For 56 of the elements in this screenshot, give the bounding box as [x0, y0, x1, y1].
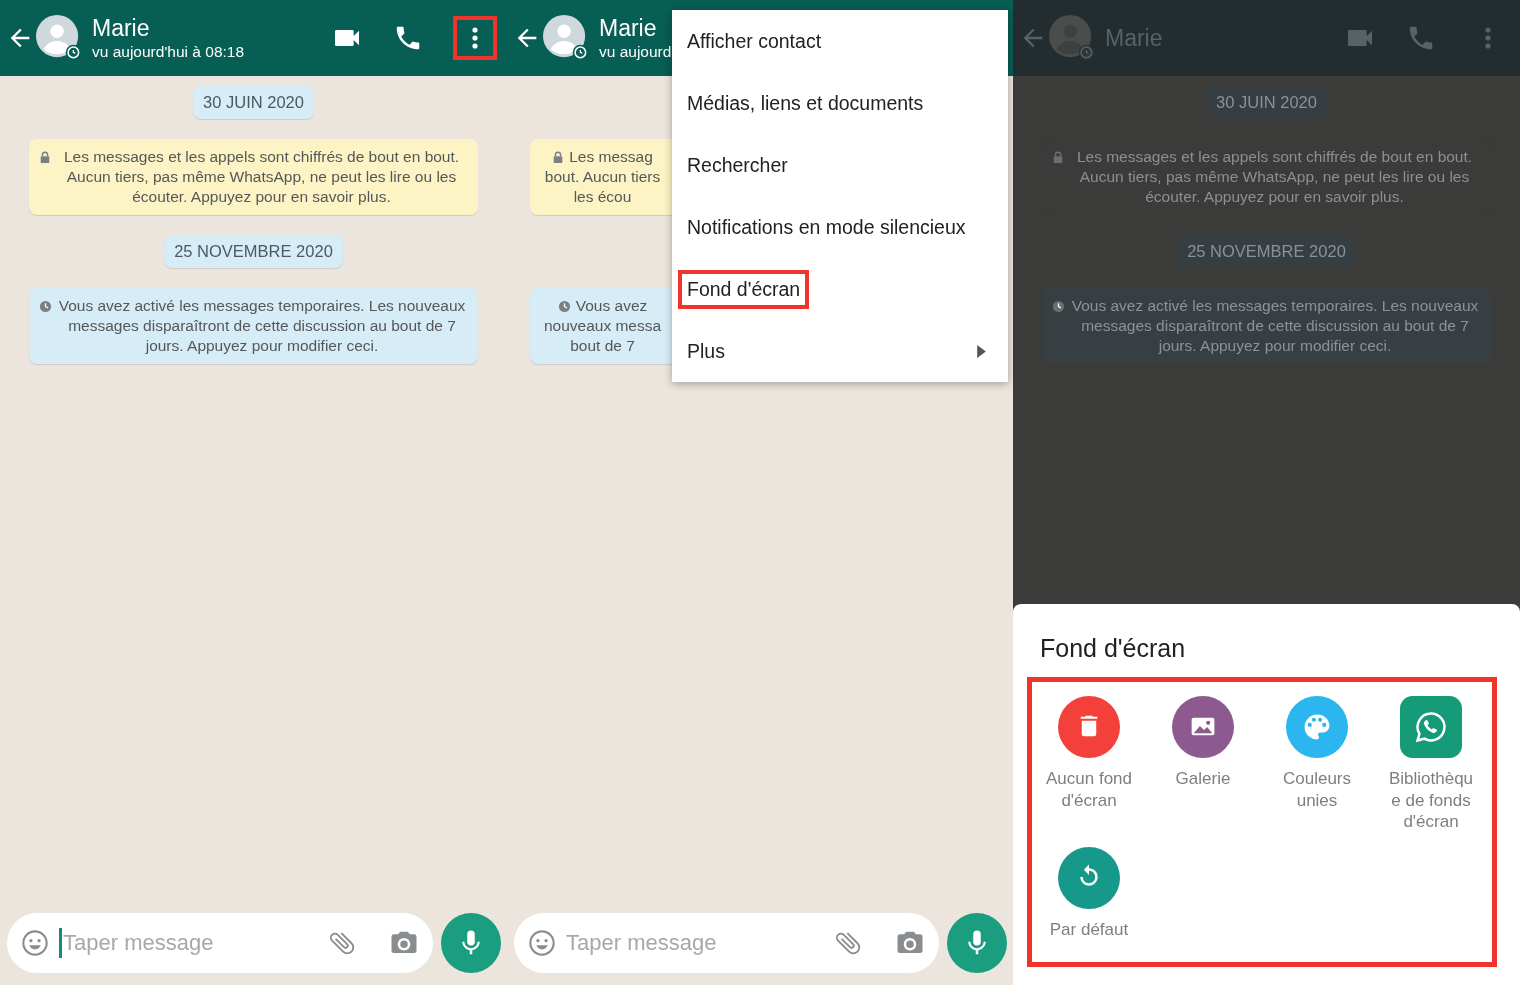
emoji-icon[interactable] — [21, 929, 49, 957]
timer-icon — [557, 299, 571, 313]
system-message-text: nouveaux messa — [543, 316, 662, 336]
more-options-icon — [471, 26, 479, 50]
lock-icon — [1052, 151, 1064, 163]
date-label: 25 NOVEMBRE 2020 — [1177, 235, 1356, 268]
wallpaper-option[interactable]: Aucun fond d'écran — [1032, 696, 1146, 833]
placeholder-text: Taper message — [566, 930, 717, 956]
trash-icon — [1058, 696, 1120, 758]
wallpaper-option[interactable]: Par défaut — [1032, 846, 1146, 940]
lock-icon — [39, 151, 51, 163]
system-message-text: Vous avez activé les messages temporaires. Les nouveaux messages disparaîtront de cette discussion au bout de 7 jours. Appuyez pour modifier ceci. — [57, 296, 467, 356]
last-seen-status: vu aujourd'hui à 08:18 — [92, 41, 245, 62]
message-input-field[interactable]: Taper message — [514, 913, 939, 973]
last-seen-status: vu aujourd — [599, 41, 672, 62]
date-label: 30 JUIN 2020 — [193, 86, 314, 119]
timer-icon — [39, 300, 52, 313]
microphone-button[interactable] — [947, 913, 1007, 973]
wallpaper-option[interactable]: Couleurs unies — [1260, 696, 1374, 833]
menu-item[interactable]: Notifications en mode silencieux — [672, 196, 1008, 258]
contact-name: Marie — [599, 14, 657, 42]
menu-item[interactable]: Fond d'écran — [672, 258, 1008, 320]
system-message-text: Les messages et les appels sont chiffrés de bout en bout. Aucun tiers, pas même WhatsApp, ne peut les lire ou les écouter. Appuyez pour en savoir plus. — [62, 147, 461, 207]
wallpaper-option[interactable]: Bibliothèque de fonds d'écran — [1374, 696, 1488, 833]
submenu-arrow-icon — [977, 344, 986, 358]
avatar-icon — [36, 15, 82, 61]
date-label: 30 JUIN 2020 — [1206, 86, 1327, 119]
system-message-text: Les messages et les appels sont chiffrés de bout en bout. Aucun tiers, pas même WhatsApp, ne peut les lire ou les écouter. Appuyez pour en savoir plus. — [1075, 147, 1474, 207]
sheet-title: Fond d'écran — [1039, 634, 1187, 663]
wallpaper-option[interactable]: Galerie — [1146, 696, 1260, 833]
system-message-text: bout de 7 — [570, 336, 635, 356]
system-message-text: Vous avez — [575, 296, 648, 316]
system-message-text: Les messag — [569, 147, 653, 167]
contact-name: Marie — [92, 14, 150, 42]
more-options-button[interactable] — [453, 16, 497, 60]
avatar-icon — [1049, 15, 1095, 61]
date-label: 25 NOVEMBRE 2020 — [164, 235, 343, 268]
menu-item[interactable]: Plus — [672, 320, 1008, 382]
avatar-icon — [543, 15, 589, 61]
timer-icon — [1052, 300, 1065, 313]
more-options-icon — [1484, 26, 1492, 50]
image-icon — [1172, 696, 1234, 758]
system-message-text: bout. Aucun tiers — [544, 167, 661, 187]
system-message-text: Vous avez activé les messages temporaires. Les nouveaux messages disparaîtront de cette discussion au bout de 7 jours. Appuyez pour modifier ceci. — [1070, 296, 1480, 356]
chat-bubble-icon — [1400, 696, 1462, 758]
menu-item[interactable]: Afficher contact — [672, 10, 1008, 72]
lock-icon — [552, 151, 565, 163]
menu-item[interactable]: Rechercher — [672, 134, 1008, 196]
palette-icon — [1286, 696, 1348, 758]
text-cursor — [59, 928, 62, 958]
emoji-icon[interactable] — [528, 929, 556, 957]
microphone-button[interactable] — [441, 913, 501, 973]
placeholder-text: Taper message — [63, 930, 214, 956]
message-input-field[interactable]: Taper message — [7, 913, 433, 973]
menu-item[interactable]: Médias, liens et documents — [672, 72, 1008, 134]
system-message-text: les écou — [573, 187, 632, 207]
